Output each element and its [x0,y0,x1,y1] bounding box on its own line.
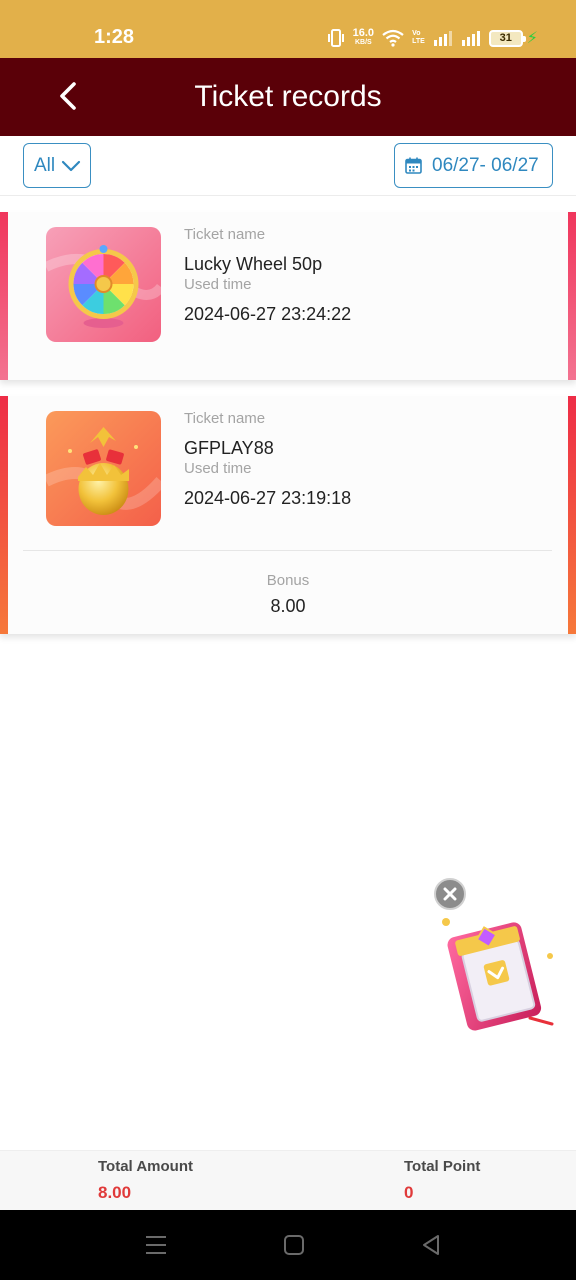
signal-icon [461,31,480,46]
ticket-info: Ticket name Lucky Wheel 50p Used time 20… [184,226,351,326]
ticket-record-card[interactable]: Ticket name Lucky Wheel 50p Used time 20… [0,212,576,380]
date-range-value: 06/27- 06/27 [432,154,539,176]
totals-footer: Total Amount 8.00 Total Point 0 [0,1150,576,1210]
ticket-records-screen: 1:28 16.0 KB/S Vo LTE 31 ⚡ Ticket record… [0,0,576,1280]
bonus-value: 8.00 [270,596,306,616]
date-range-picker[interactable]: 06/27- 06/27 [394,143,553,188]
total-amount-value: 8.00 [98,1183,132,1202]
volte-indicator: Vo LTE [412,30,425,45]
status-bar: 1:28 16.0 KB/S Vo LTE 31 ⚡ [0,0,576,58]
menu-icon[interactable] [143,1232,169,1258]
page-title: Ticket records [194,80,382,113]
ticket-name: Lucky Wheel 50p [184,254,323,274]
total-point: Total Point 0 [404,1158,480,1203]
ticket-name: GFPLAY88 [184,438,274,458]
ticket-name-label: Ticket name [184,226,266,243]
close-icon[interactable] [434,878,466,910]
back-nav-icon[interactable] [418,1232,444,1258]
golden-egg-icon [46,411,161,526]
battery-icon: 31 [488,29,526,47]
card-divider [23,550,552,551]
used-time: 2024-06-27 23:19:18 [184,488,352,508]
total-amount: Total Amount 8.00 [98,1158,193,1203]
used-time: 2024-06-27 23:24:22 [184,304,352,324]
used-time-label: Used time [184,460,252,477]
card-accent-left [0,212,8,380]
chevron-down-icon [62,160,81,171]
total-point-value: 0 [404,1183,414,1202]
type-filter-dropdown[interactable]: All [23,143,91,188]
type-filter-value: All [34,154,56,176]
total-amount-label: Total Amount [98,1158,193,1175]
ticket-name-label: Ticket name [184,410,266,427]
calendar-icon [405,157,422,174]
charging-icon: ⚡ [526,30,538,47]
wifi-icon [382,29,404,47]
total-point-label: Total Point [404,1158,481,1175]
net-speed: 16.0 KB/S [352,27,375,47]
promo-book-icon[interactable] [434,912,558,1038]
lucky-wheel-icon [46,227,161,342]
card-accent-right [568,212,576,380]
status-time: 1:28 [94,26,135,48]
home-icon[interactable] [281,1232,307,1258]
signal-icon [433,31,452,46]
vibrate-icon [327,29,344,47]
ticket-record-card[interactable]: Ticket name GFPLAY88 Used time 2024-06-2… [0,396,576,634]
status-icons: 16.0 KB/S Vo LTE 31 ⚡ [327,26,538,50]
app-header: Ticket records [0,58,576,136]
bonus-label: Bonus [266,572,310,589]
filter-bar: All 06/27- 06/27 [0,136,576,196]
system-nav-bar [0,1210,576,1280]
ticket-info: Ticket name GFPLAY88 Used time 2024-06-2… [184,410,351,510]
used-time-label: Used time [184,276,252,293]
